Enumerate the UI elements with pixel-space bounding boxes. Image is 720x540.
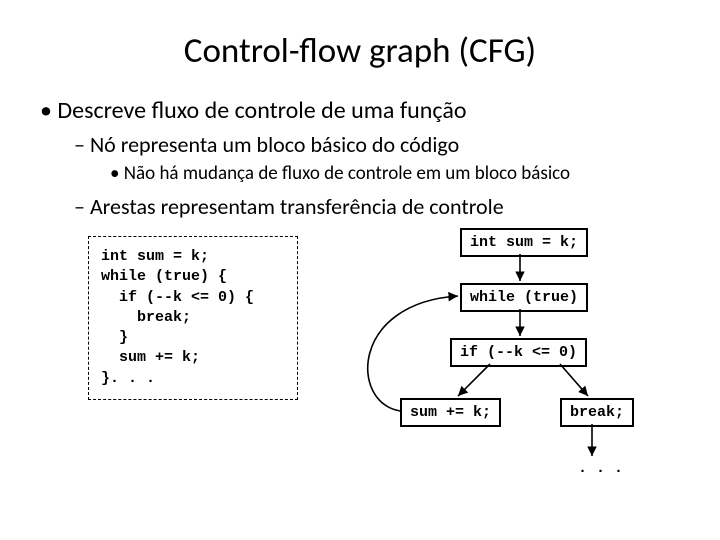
bullet-level2-node: Nó representa um bloco básico do código xyxy=(74,131,690,158)
cfg-node-if: if (--k <= 0) xyxy=(450,338,587,367)
bullet-level1: Descreve fluxo de controle de uma função xyxy=(40,96,690,125)
cfg-node-init: int sum = k; xyxy=(460,228,588,257)
cfg-diagram: int sum = k; while (true) { if (--k <= 0… xyxy=(30,228,690,498)
cfg-node-while: while (true) xyxy=(460,283,588,312)
bullet-level2-edges: Arestas representam transferência de con… xyxy=(74,193,690,220)
bullet-level3-nochange: Não há mudança de fluxo de controle em u… xyxy=(110,162,690,185)
cfg-node-sum: sum += k; xyxy=(400,398,501,427)
slide-title: Control-flow graph (CFG) xyxy=(30,30,690,72)
source-code-box: int sum = k; while (true) { if (--k <= 0… xyxy=(88,236,298,400)
cfg-node-dots: . . . xyxy=(578,460,623,477)
cfg-node-break: break; xyxy=(560,398,634,427)
